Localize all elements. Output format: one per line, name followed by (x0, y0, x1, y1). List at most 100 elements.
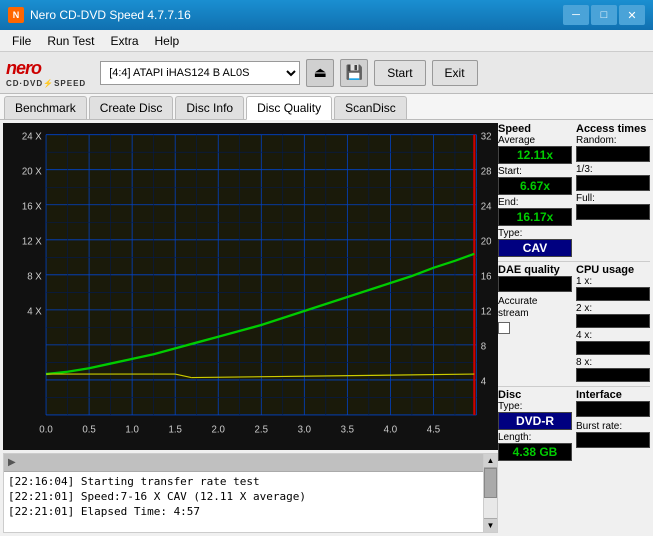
svg-text:12: 12 (481, 306, 492, 317)
tab-scan-disc[interactable]: ScanDisc (334, 96, 407, 119)
eject-button[interactable]: ⏏ (306, 59, 334, 87)
svg-text:1.5: 1.5 (168, 424, 182, 435)
random-value-box (576, 146, 650, 162)
average-value: 12.11x (498, 146, 572, 164)
speed-header: Speed (498, 123, 572, 135)
disc-section: Disc Type: DVD-R Length: 4.38 GB (498, 389, 572, 461)
type-value: CAV (498, 239, 572, 257)
full-value-box (576, 204, 650, 220)
tab-disc-quality[interactable]: Disc Quality (246, 96, 332, 120)
right-panel: Speed Average 12.11x Start: 6.67x End: 1… (498, 120, 653, 536)
log-line-1: [22:16:04] Starting transfer rate test (8, 474, 479, 489)
burst-rate-value-box (576, 432, 650, 448)
svg-text:24: 24 (481, 201, 492, 212)
nero-logo-text: nero (6, 58, 41, 79)
cpu-4x-box (576, 341, 650, 355)
cdspeed-logo-text: CD·DVD⚡SPEED (6, 79, 86, 88)
cpu-4x-label: 4 x: (576, 330, 650, 341)
disc-type-header: Disc (498, 389, 572, 401)
exit-button[interactable]: Exit (432, 60, 478, 86)
access-times-section: Access times Random: 1/3: Full: (576, 123, 650, 257)
end-value: 16.17x (498, 208, 572, 226)
left-panel: 24 X 20 X 16 X 12 X 8 X 4 X 32 28 24 20 … (0, 120, 498, 536)
dae-header: DAE quality (498, 264, 572, 276)
svg-text:4 X: 4 X (27, 306, 42, 317)
svg-text:0.0: 0.0 (39, 424, 53, 435)
svg-text:4.0: 4.0 (384, 424, 398, 435)
cpu-2x-box (576, 314, 650, 328)
type-label: Type: (498, 228, 572, 239)
chart-svg: 24 X 20 X 16 X 12 X 8 X 4 X 32 28 24 20 … (3, 123, 498, 450)
log-scrollbar[interactable]: ▲ ▼ (483, 454, 497, 532)
onethird-value-box (576, 175, 650, 191)
menu-bar: File Run Test Extra Help (0, 30, 653, 52)
cpu-1x-label: 1 x: (576, 276, 650, 287)
chart-area: 24 X 20 X 16 X 12 X 8 X 4 X 32 28 24 20 … (3, 123, 498, 450)
app-icon: N (8, 7, 24, 23)
disc-type-label: Type: (498, 401, 572, 412)
burst-rate-label: Burst rate: (576, 421, 650, 432)
svg-text:20: 20 (481, 236, 492, 247)
log-line-3: [22:21:01] Elapsed Time: 4:57 (8, 504, 479, 519)
svg-text:8 X: 8 X (27, 271, 42, 282)
svg-text:2.5: 2.5 (255, 424, 269, 435)
cpu-8x-label: 8 x: (576, 357, 650, 368)
dae-section: DAE quality Accuratestream (498, 264, 572, 382)
cpu-section: CPU usage 1 x: 2 x: 4 x: 8 x: (576, 264, 650, 382)
tab-create-disc[interactable]: Create Disc (89, 96, 174, 119)
minimize-button[interactable]: ─ (563, 5, 589, 25)
drive-selector[interactable]: [4:4] ATAPI iHAS124 B AL0S (100, 61, 300, 85)
start-value: 6.67x (498, 177, 572, 195)
disc-type-value: DVD-R (498, 412, 572, 430)
disc-length-label: Length: (498, 432, 572, 443)
svg-text:0.5: 0.5 (82, 424, 96, 435)
title-bar: N Nero CD-DVD Speed 4.7.7.16 ─ □ ✕ (0, 0, 653, 30)
save-button[interactable]: 💾 (340, 59, 368, 87)
close-button[interactable]: ✕ (619, 5, 645, 25)
speed-section: Speed Average 12.11x Start: 6.67x End: 1… (498, 123, 572, 257)
tab-disc-info[interactable]: Disc Info (175, 96, 244, 119)
cpu-2x-label: 2 x: (576, 303, 650, 314)
window-title: Nero CD-DVD Speed 4.7.7.16 (30, 8, 191, 22)
svg-text:4: 4 (481, 376, 487, 387)
svg-text:16 X: 16 X (22, 201, 42, 212)
cpu-8x-box (576, 368, 650, 382)
onethird-label: 1/3: (576, 164, 650, 175)
maximize-button[interactable]: □ (591, 5, 617, 25)
menu-run-test[interactable]: Run Test (39, 32, 102, 50)
start-button[interactable]: Start (374, 60, 425, 86)
svg-text:8: 8 (481, 341, 487, 352)
menu-file[interactable]: File (4, 32, 39, 50)
full-label: Full: (576, 193, 650, 204)
window-controls: ─ □ ✕ (563, 5, 645, 25)
log-section: ▶ [22:16:04] Starting transfer rate test… (3, 453, 498, 533)
svg-text:16: 16 (481, 271, 492, 282)
tab-benchmark[interactable]: Benchmark (4, 96, 87, 119)
svg-text:1.0: 1.0 (125, 424, 139, 435)
cpu-header: CPU usage (576, 264, 650, 276)
svg-text:24 X: 24 X (22, 131, 42, 142)
menu-help[interactable]: Help (147, 32, 188, 50)
random-label: Random: (576, 135, 650, 146)
end-label: End: (498, 197, 572, 208)
accurate-stream-checkbox[interactable] (498, 322, 510, 334)
disc-length-value: 4.38 GB (498, 443, 572, 461)
cpu-1x-box (576, 287, 650, 301)
interface-value-box (576, 401, 650, 417)
interface-header: Interface (576, 389, 650, 401)
tab-bar: Benchmark Create Disc Disc Info Disc Qua… (0, 94, 653, 120)
accurate-stream-label: Accuratestream (498, 296, 572, 320)
svg-text:12 X: 12 X (22, 236, 42, 247)
svg-text:20 X: 20 X (22, 166, 42, 177)
svg-text:4.5: 4.5 (427, 424, 441, 435)
svg-text:3.5: 3.5 (341, 424, 355, 435)
svg-text:28: 28 (481, 166, 492, 177)
access-header: Access times (576, 123, 650, 135)
average-label: Average (498, 135, 572, 146)
dae-value-box (498, 276, 572, 292)
interface-section: Interface Burst rate: (576, 389, 650, 461)
svg-text:2.0: 2.0 (211, 424, 225, 435)
start-label: Start: (498, 166, 572, 177)
main-content: 24 X 20 X 16 X 12 X 8 X 4 X 32 28 24 20 … (0, 120, 653, 536)
menu-extra[interactable]: Extra (102, 32, 146, 50)
